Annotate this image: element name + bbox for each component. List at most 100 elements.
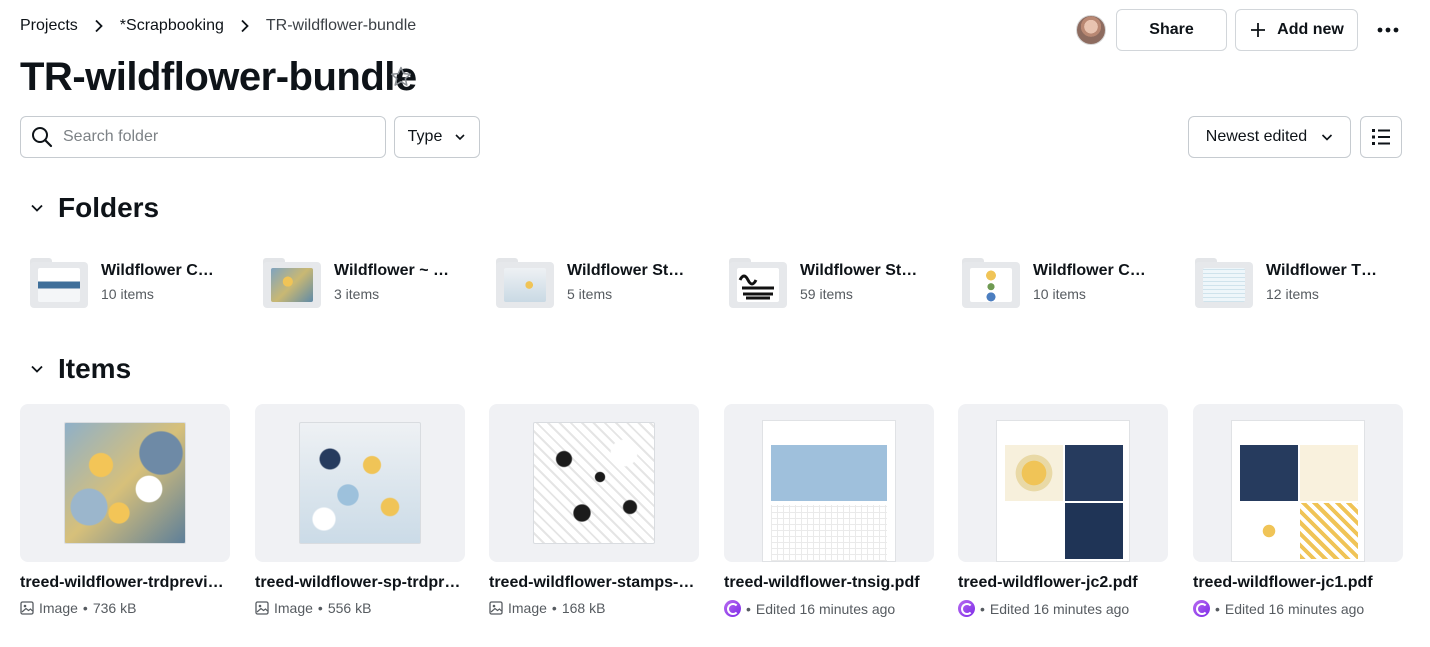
item-thumbnail <box>489 404 699 562</box>
items-heading: Items <box>58 353 132 384</box>
item-meta: Image • 736 kB <box>20 600 230 616</box>
share-button[interactable]: Share <box>1116 9 1227 51</box>
item-name: treed-wildflower-jc1.pdf <box>1193 574 1373 591</box>
more-options-button[interactable] <box>1374 16 1402 44</box>
avatar[interactable] <box>1076 15 1106 45</box>
type-filter-label: Type <box>407 128 443 145</box>
item-card[interactable]: treed-wildflower-jc2.pdf • Edited 16 min… <box>958 404 1168 617</box>
chevron-right-icon <box>224 19 266 33</box>
item-card[interactable]: treed-wildflower-trdpreview.jpg Image • … <box>20 404 230 616</box>
folder-name: Wildflower ~ Traveler's Notebook <box>334 262 454 279</box>
canva-design-icon <box>1193 600 1210 617</box>
folder-icon <box>496 256 554 308</box>
folder-name: Wildflower Stamps <box>800 262 920 279</box>
folder-name: Wildflower TN Signatures <box>1266 262 1386 279</box>
item-type: Image <box>39 600 78 616</box>
item-detail: Edited 16 minutes ago <box>989 600 1130 617</box>
folder-name: Wildflower Cards <box>1033 262 1153 279</box>
folder-count: 12 items <box>1266 286 1319 302</box>
list-view-icon <box>1372 129 1390 145</box>
breadcrumb: Projects *Scrapbooking TR-wildflower-bun… <box>20 14 416 38</box>
search-icon <box>32 127 53 148</box>
item-card[interactable]: treed-wildflower-jc1.pdf • Edited 16 min… <box>1193 404 1403 617</box>
folder-card[interactable]: Wildflower Cards 10 items <box>962 254 1182 310</box>
folder-count: 59 items <box>800 286 853 302</box>
image-icon <box>255 601 269 615</box>
folder-card[interactable]: Wildflower Stamps 59 items <box>729 254 949 310</box>
breadcrumb-scrapbooking[interactable]: *Scrapbooking <box>120 17 224 35</box>
chevron-down-icon <box>31 365 43 373</box>
item-meta: Image • 168 kB <box>489 600 699 616</box>
item-detail: Edited 16 minutes ago <box>1224 600 1365 617</box>
folder-count: 10 items <box>1033 286 1086 302</box>
item-meta: • Edited 16 minutes ago <box>724 600 934 617</box>
folder-icon <box>30 256 88 308</box>
plus-icon <box>1251 23 1266 37</box>
meta-separator: • <box>551 600 557 616</box>
list-view-toggle[interactable] <box>1360 116 1402 158</box>
more-horizontal-icon <box>1377 27 1399 33</box>
folder-count: 3 items <box>334 286 380 302</box>
meta-separator: • <box>1215 600 1220 617</box>
item-name: treed-wildflower-trdpreview.jpg <box>20 574 230 591</box>
item-thumbnail <box>958 404 1168 562</box>
meta-separator: • <box>980 600 985 617</box>
page-title: TR-wildflower-bundle <box>20 55 417 99</box>
item-meta: Image • 556 kB <box>255 600 465 616</box>
item-detail: 168 kB <box>561 600 606 616</box>
item-detail: 556 kB <box>327 600 372 616</box>
item-thumbnail <box>724 404 934 562</box>
item-type: Image <box>274 600 313 616</box>
item-type: Image <box>508 600 547 616</box>
item-detail: 736 kB <box>92 600 137 616</box>
meta-separator: • <box>317 600 323 616</box>
item-meta: • Edited 16 minutes ago <box>1193 600 1403 617</box>
folder-count: 10 items <box>101 286 154 302</box>
breadcrumb-projects[interactable]: Projects <box>20 17 78 35</box>
chevron-down-icon <box>455 134 465 141</box>
items-section-toggle[interactable]: Items <box>30 353 131 385</box>
image-icon <box>20 601 34 615</box>
stamp-art-icon <box>738 274 774 300</box>
item-meta: • Edited 16 minutes ago <box>958 600 1168 617</box>
folder-icon <box>962 256 1020 308</box>
type-filter-dropdown[interactable]: Type <box>394 116 480 158</box>
meta-separator: • <box>82 600 88 616</box>
folders-section-toggle[interactable]: Folders <box>30 192 159 224</box>
item-name: treed-wildflower-jc2.pdf <box>958 574 1138 591</box>
item-card[interactable]: treed-wildflower-sp-trdpreview.jpg Image… <box>255 404 465 616</box>
folder-icon <box>729 256 787 308</box>
image-icon <box>489 601 503 615</box>
item-thumbnail <box>255 404 465 562</box>
folder-icon <box>1195 256 1253 308</box>
item-thumbnail <box>1193 404 1403 562</box>
item-name: treed-wildflower-tnsig.pdf <box>724 574 920 591</box>
item-card[interactable]: treed-wildflower-stamps-trdpreview.jpg I… <box>489 404 699 616</box>
folder-card[interactable]: Wildflower TN Signatures 12 items <box>1195 254 1415 310</box>
canva-design-icon <box>958 600 975 617</box>
item-name: treed-wildflower-sp-trdpreview.jpg <box>255 574 465 591</box>
item-card[interactable]: treed-wildflower-tnsig.pdf • Edited 16 m… <box>724 404 934 617</box>
folder-name: Wildflower Stickers <box>567 262 687 279</box>
breadcrumb-current: TR-wildflower-bundle <box>265 17 417 34</box>
add-new-label: Add new <box>1277 21 1344 38</box>
search-input[interactable] <box>63 128 363 146</box>
sort-label: Newest edited <box>1205 128 1308 145</box>
folder-name: Wildflower Cards <box>101 262 221 279</box>
chevron-down-icon <box>31 204 43 212</box>
star-icon[interactable] <box>389 65 413 89</box>
folder-card[interactable]: Wildflower Cards 10 items <box>30 254 250 310</box>
meta-separator: • <box>746 600 751 617</box>
folders-heading: Folders <box>58 192 160 223</box>
folder-icon <box>263 256 321 308</box>
canva-design-icon <box>724 600 741 617</box>
search-box[interactable] <box>20 116 386 158</box>
header-actions: Share Add new <box>1076 9 1402 51</box>
chevron-down-icon <box>1322 134 1333 141</box>
folder-card[interactable]: Wildflower ~ Traveler's Notebook 3 items <box>263 254 483 310</box>
chevron-right-icon <box>78 19 120 33</box>
item-name: treed-wildflower-stamps-trdpreview.jpg <box>489 574 699 591</box>
folder-card[interactable]: Wildflower Stickers 5 items <box>496 254 716 310</box>
sort-dropdown[interactable]: Newest edited <box>1188 116 1351 158</box>
add-new-button[interactable]: Add new <box>1235 9 1358 51</box>
